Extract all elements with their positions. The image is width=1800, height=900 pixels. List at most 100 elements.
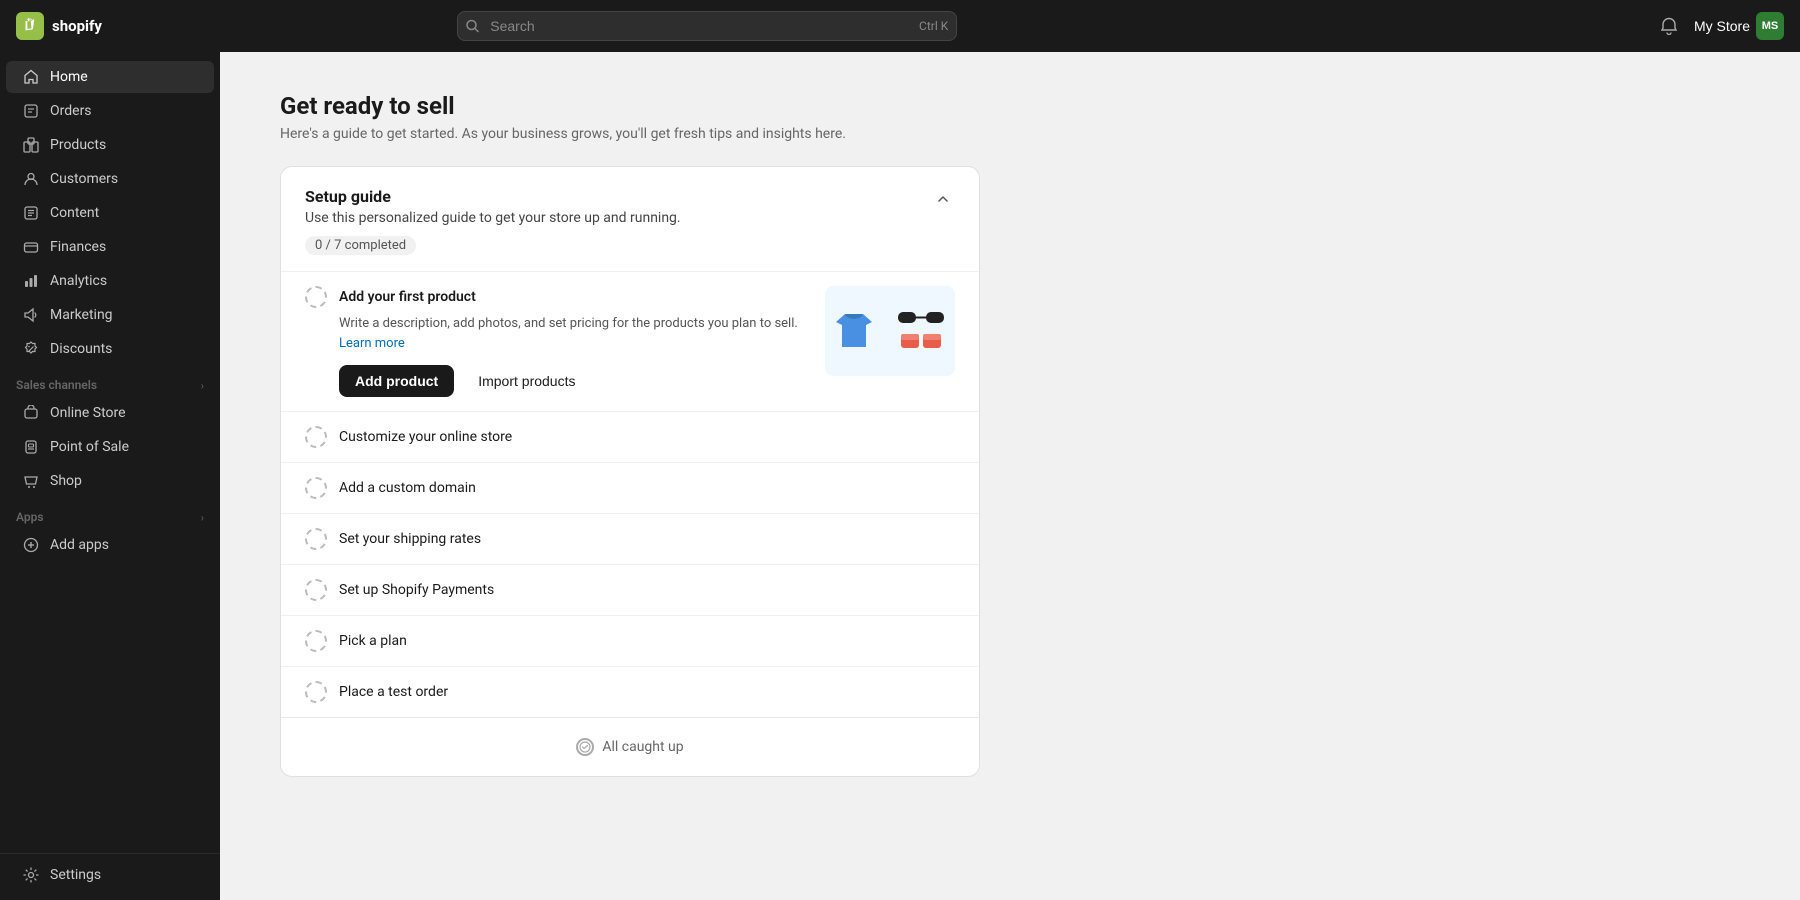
sales-channels-chevron: › — [201, 379, 204, 392]
sidebar-item-home-label: Home — [50, 69, 88, 85]
add-product-button[interactable]: Add product — [339, 365, 454, 397]
setup-guide-title: Setup guide — [305, 187, 681, 206]
setup-item-shopify-payments[interactable]: Set up Shopify Payments — [281, 564, 979, 615]
sidebar-item-shop[interactable]: Shop — [6, 465, 214, 497]
sidebar-item-content[interactable]: Content — [6, 197, 214, 229]
setup-card-header-content: Setup guide Use this personalized guide … — [305, 187, 681, 255]
sidebar-item-orders[interactable]: Orders — [6, 95, 214, 127]
settings-icon — [22, 866, 40, 884]
sidebar-item-customers[interactable]: Customers — [6, 163, 214, 195]
search-icon — [466, 20, 479, 33]
sidebar-item-online-store[interactable]: Online Store — [6, 397, 214, 429]
setup-item-pick-plan[interactable]: Pick a plan — [281, 615, 979, 666]
collapse-button[interactable] — [931, 187, 955, 211]
notifications-button[interactable] — [1656, 13, 1682, 39]
sidebar-item-shop-label: Shop — [50, 473, 82, 489]
tshirt-illustration — [835, 299, 890, 364]
finances-icon — [22, 238, 40, 256]
sales-channels-section[interactable]: Sales channels › — [0, 366, 220, 396]
sidebar-item-products[interactable]: Products — [6, 129, 214, 161]
setup-item-header-payments: Set up Shopify Payments — [305, 579, 955, 601]
search-shortcut: Ctrl K — [919, 19, 948, 33]
glasses-shoes-illustration — [896, 304, 946, 359]
products-icon — [22, 136, 40, 154]
search-input[interactable] — [457, 11, 957, 41]
sidebar-item-analytics-label: Analytics — [50, 273, 107, 289]
sidebar-item-settings-label: Settings — [50, 867, 101, 883]
store-avatar: MS — [1756, 12, 1784, 40]
logo-text: shopify — [52, 17, 102, 35]
setup-card-header: Setup guide Use this personalized guide … — [281, 167, 979, 271]
plan-circle — [305, 630, 327, 652]
setup-item-body: Write a description, add photos, and set… — [339, 314, 825, 397]
setup-item-test-order[interactable]: Place a test order — [281, 666, 979, 717]
orders-icon — [22, 102, 40, 120]
sales-channels-label: Sales channels — [16, 378, 97, 392]
caught-up-icon — [576, 738, 594, 756]
setup-item-custom-domain[interactable]: Add a custom domain — [281, 462, 979, 513]
setup-item-desc: Write a description, add photos, and set… — [339, 314, 825, 353]
marketing-icon — [22, 306, 40, 324]
shop-icon — [22, 472, 40, 490]
sidebar: Home Orders Products Customers Content — [0, 52, 220, 900]
import-products-button[interactable]: Import products — [466, 365, 587, 397]
setup-item-header: Add your first product — [305, 286, 825, 308]
topnav: shopify Ctrl K My Store MS — [0, 0, 1800, 52]
caught-up-section: All caught up — [281, 717, 979, 776]
setup-item-header-domain: Add a custom domain — [305, 477, 955, 499]
sidebar-item-home[interactable]: Home — [6, 61, 214, 93]
shipping-circle — [305, 528, 327, 550]
sidebar-item-settings[interactable]: Settings — [6, 859, 214, 891]
sidebar-item-orders-label: Orders — [50, 103, 92, 119]
apps-section[interactable]: Apps › — [0, 498, 220, 528]
discounts-icon — [22, 340, 40, 358]
sidebar-item-marketing[interactable]: Marketing — [6, 299, 214, 331]
topnav-right: My Store MS — [1656, 12, 1784, 40]
domain-circle — [305, 477, 327, 499]
setup-item-shipping-rates[interactable]: Set your shipping rates — [281, 513, 979, 564]
search-bar[interactable]: Ctrl K — [457, 11, 957, 41]
sidebar-item-pos-label: Point of Sale — [50, 439, 129, 455]
test-order-circle — [305, 681, 327, 703]
setup-item-expanded-content: Add your first product Write a descripti… — [305, 286, 955, 397]
sidebar-item-customers-label: Customers — [50, 171, 118, 187]
sidebar-item-online-store-label: Online Store — [50, 405, 126, 421]
content-icon — [22, 204, 40, 222]
learn-more-link[interactable]: Learn more — [339, 336, 405, 351]
setup-item-customize-store[interactable]: Customize your online store — [281, 411, 979, 462]
setup-guide-card: Setup guide Use this personalized guide … — [280, 166, 980, 777]
shipping-rates-title: Set your shipping rates — [339, 531, 481, 547]
sidebar-bottom: Settings — [0, 853, 220, 892]
sidebar-item-finances[interactable]: Finances — [6, 231, 214, 263]
custom-domain-title: Add a custom domain — [339, 480, 476, 496]
home-icon — [22, 68, 40, 86]
item-actions: Add product Import products — [339, 365, 825, 397]
setup-item-header-test-order: Place a test order — [305, 681, 955, 703]
customize-store-title: Customize your online store — [339, 429, 512, 445]
sidebar-item-discounts[interactable]: Discounts — [6, 333, 214, 365]
shopify-logo[interactable]: shopify — [16, 12, 102, 40]
product-illustration — [825, 286, 955, 376]
sidebar-item-discounts-label: Discounts — [50, 341, 112, 357]
sidebar-item-add-apps-label: Add apps — [50, 537, 109, 553]
pos-icon — [22, 438, 40, 456]
apps-chevron: › — [201, 511, 204, 524]
shopify-payments-title: Set up Shopify Payments — [339, 582, 494, 598]
sidebar-item-point-of-sale[interactable]: Point of Sale — [6, 431, 214, 463]
store-name: My Store — [1694, 18, 1750, 34]
customize-circle — [305, 426, 327, 448]
analytics-icon — [22, 272, 40, 290]
apps-label: Apps — [16, 510, 44, 524]
sidebar-item-products-label: Products — [50, 137, 106, 153]
sidebar-item-add-apps[interactable]: Add apps — [6, 529, 214, 561]
online-store-icon — [22, 404, 40, 422]
sidebar-item-analytics[interactable]: Analytics — [6, 265, 214, 297]
store-button[interactable]: My Store MS — [1694, 12, 1784, 40]
setup-item-add-product[interactable]: Add your first product Write a descripti… — [281, 271, 979, 411]
sidebar-item-content-label: Content — [50, 205, 99, 221]
pick-plan-title: Pick a plan — [339, 633, 407, 649]
test-order-title: Place a test order — [339, 684, 448, 700]
setup-item-title: Add your first product — [339, 289, 476, 305]
setup-guide-description: Use this personalized guide to get your … — [305, 210, 681, 226]
setup-item-main: Add your first product Write a descripti… — [305, 286, 825, 397]
